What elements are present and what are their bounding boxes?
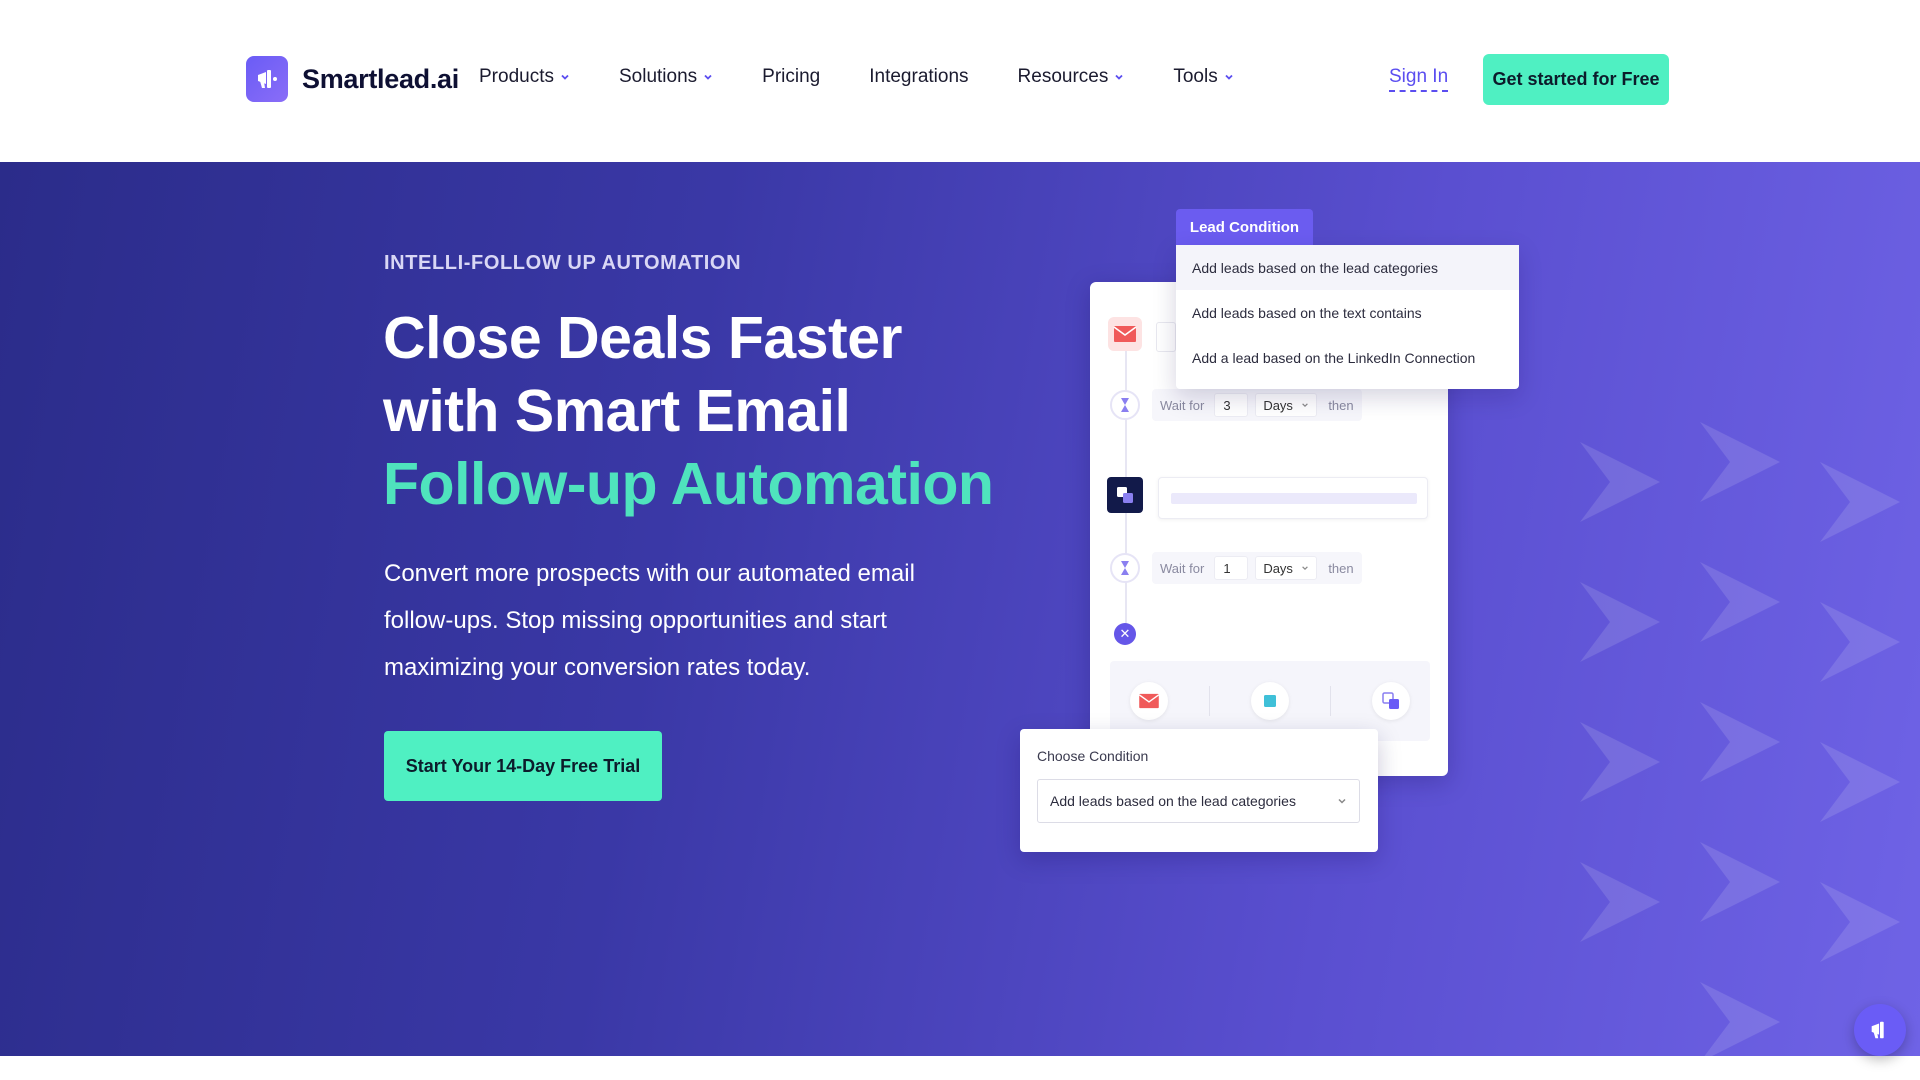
placeholder-bar: [1171, 493, 1417, 504]
nav-pricing-label: Pricing: [762, 66, 821, 87]
email-node-field: [1156, 322, 1176, 352]
wait-label: Wait for: [1160, 560, 1205, 576]
choose-condition-select[interactable]: Add leads based on the lead categories: [1037, 779, 1360, 823]
square-icon: [1263, 695, 1276, 707]
choose-condition-card: Choose Condition Add leads based on the …: [1020, 729, 1378, 852]
wait-unit-select[interactable]: Days: [1255, 556, 1318, 580]
wait-unit-select[interactable]: Days: [1255, 393, 1318, 417]
copy-squares-icon: [1117, 487, 1133, 503]
add-linkedin-action[interactable]: [1371, 682, 1410, 720]
headline-accent: Follow-up Automation: [383, 451, 994, 517]
email-node: [1108, 317, 1142, 351]
lead-condition-option[interactable]: Add leads based on the lead categories: [1176, 245, 1519, 290]
lead-condition-option[interactable]: Add leads based on the text contains: [1176, 290, 1519, 335]
then-label: then: [1328, 560, 1354, 576]
sign-in-link[interactable]: Sign In: [1389, 66, 1449, 92]
linkedin-action-node: [1107, 477, 1143, 513]
chevron-down-icon: [1338, 798, 1346, 804]
nav-solutions-label: Solutions: [618, 66, 698, 87]
top-navbar: Smartlead.ai Products Solutions Pricing …: [0, 0, 1920, 162]
then-label: then: [1328, 397, 1354, 413]
nav-pricing[interactable]: Pricing: [762, 66, 820, 88]
lead-condition-option[interactable]: Add a lead based on the LinkedIn Connect…: [1176, 335, 1519, 380]
envelope-icon: [1139, 693, 1160, 709]
nav-resources-label: Resources: [1017, 66, 1109, 87]
wait-days-input[interactable]: 3: [1214, 393, 1249, 417]
hourglass-icon: [1121, 398, 1129, 412]
wait-days-input[interactable]: 1: [1214, 556, 1249, 580]
choose-condition-value: Add leads based on the lead categories: [1050, 793, 1296, 809]
brand-name: Smartlead.ai: [302, 63, 459, 94]
divider: [1329, 686, 1331, 716]
chevron-down-icon: [1225, 74, 1233, 80]
wait-unit-value: Days: [1263, 397, 1293, 413]
nav-tools[interactable]: Tools: [1173, 66, 1233, 88]
nav-resources[interactable]: Resources: [1018, 66, 1125, 88]
wait-unit-value: Days: [1263, 560, 1293, 576]
headline-line-1: Close Deals Faster: [383, 305, 902, 371]
hero-eyebrow: INTELLI-FOLLOW UP AUTOMATION: [384, 252, 742, 274]
nav-products-label: Products: [479, 66, 554, 87]
free-trial-button[interactable]: Start Your 14-Day Free Trial: [384, 731, 662, 801]
nav-solutions[interactable]: Solutions: [619, 66, 713, 88]
divider: [1209, 686, 1211, 716]
choose-condition-label: Choose Condition: [1037, 748, 1149, 764]
add-task-action[interactable]: [1250, 682, 1289, 720]
chevron-down-icon: [704, 74, 712, 80]
main-menu: Products Solutions Pricing Integrations …: [479, 66, 1234, 88]
wait-row-1: Wait for 3 Days then: [1152, 389, 1362, 421]
hero-section: INTELLI-FOLLOW UP AUTOMATION Close Deals…: [0, 162, 1920, 1056]
nav-products[interactable]: Products: [479, 66, 570, 88]
nav-tools-label: Tools: [1173, 66, 1218, 87]
lead-condition-tab[interactable]: Lead Condition: [1176, 209, 1313, 245]
chat-widget-button[interactable]: [1854, 1004, 1906, 1056]
wait-node-1: [1110, 390, 1140, 420]
nav-integrations[interactable]: Integrations: [869, 66, 968, 88]
hourglass-icon: [1121, 561, 1129, 575]
megaphone-logo-icon: [246, 56, 288, 102]
brand-logo[interactable]: Smartlead.ai: [246, 56, 459, 102]
hero-headline: Close Deals Faster with Smart Email Foll…: [383, 302, 994, 521]
chevron-down-icon: [1302, 566, 1309, 571]
lead-condition-menu: Add leads based on the lead categories A…: [1176, 245, 1519, 389]
close-icon[interactable]: ✕: [1114, 623, 1136, 645]
wait-row-2: Wait for 1 Days then: [1152, 552, 1362, 584]
hero-subtext: Convert more prospects with our automate…: [384, 560, 915, 681]
action-placeholder-field: [1158, 477, 1428, 519]
megaphone-icon: [1871, 1021, 1884, 1039]
get-started-button[interactable]: Get started for Free: [1483, 54, 1669, 105]
wait-label: Wait for: [1160, 397, 1205, 413]
chevron-down-icon: [1302, 403, 1309, 408]
chevron-down-icon: [1115, 74, 1123, 80]
headline-line-2: with Smart Email: [383, 378, 851, 444]
add-email-action[interactable]: [1130, 682, 1169, 720]
chevron-down-icon: [561, 74, 569, 80]
copy-squares-icon: [1381, 692, 1399, 709]
envelope-icon: [1113, 326, 1137, 342]
background-pattern: [1580, 422, 1900, 1056]
nav-integrations-label: Integrations: [869, 66, 969, 87]
wait-node-2: [1110, 553, 1140, 583]
